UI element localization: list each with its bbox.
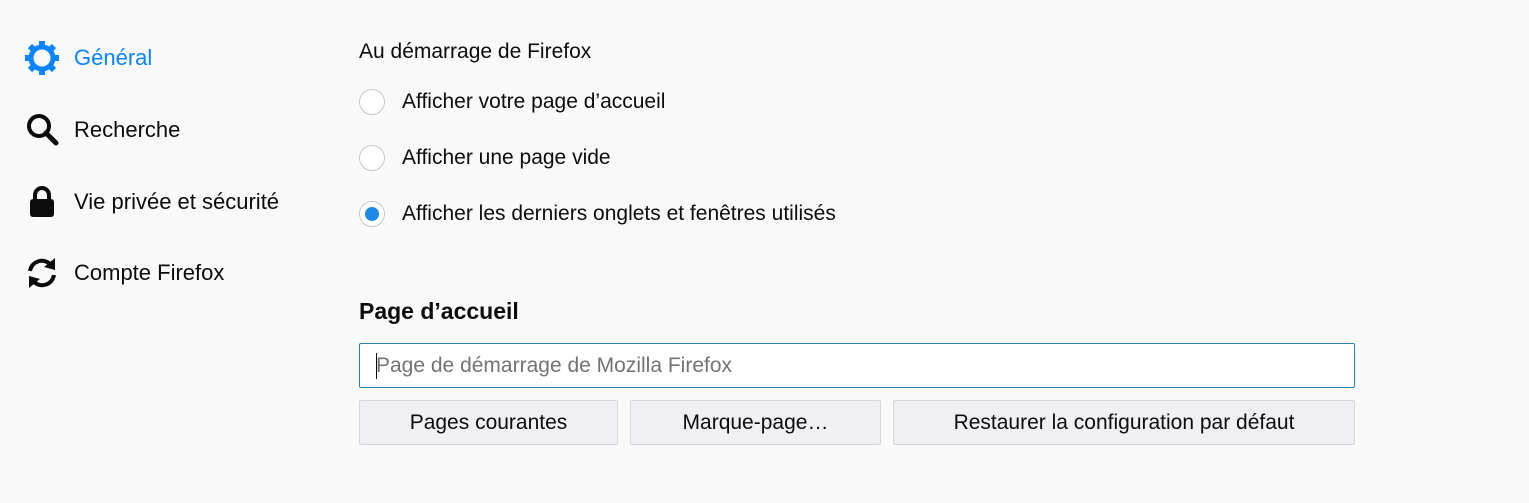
sidebar-item-general[interactable]: Général [24,36,152,80]
sidebar-item-label: Général [74,45,153,70]
sidebar-item-label: Recherche [74,117,181,142]
startup-label: Au démarrage de Firefox [359,40,592,63]
use-current-pages-button[interactable]: Pages courantes [359,400,618,445]
radio-restore-session[interactable]: Afficher les derniers onglets et fenêtre… [359,198,836,230]
use-bookmark-button[interactable]: Marque-page… [630,400,881,445]
homepage-input[interactable] [359,343,1355,388]
radio-show-blank[interactable]: Afficher une page vide [359,142,611,174]
radio-dot [365,207,379,221]
radio-label: Afficher une page vide [402,146,611,169]
restore-default-button[interactable]: Restaurer la configuration par défaut [893,400,1355,445]
sidebar-item-search[interactable]: Recherche [24,108,180,152]
radio-label: Afficher les derniers onglets et fenêtre… [402,202,836,225]
radio-show-homepage[interactable]: Afficher votre page d’accueil [359,86,665,118]
sidebar-item-label: Compte Firefox [74,260,225,285]
sidebar-item-sync[interactable]: Compte Firefox [24,251,224,295]
homepage-section-title: Page d’accueil [359,298,519,324]
search-icon [24,112,60,148]
radio-button[interactable] [359,89,385,115]
radio-button[interactable] [359,145,385,171]
gear-icon [24,40,60,76]
sidebar-item-label: Vie privée et sécurité [74,189,280,214]
sidebar: Général Recherche Vie privée et sécurité [0,0,330,503]
general-pane: Au démarrage de Firefox Afficher votre p… [359,0,1359,503]
radio-button-checked[interactable] [359,201,385,227]
lock-icon [24,184,60,220]
radio-label: Afficher votre page d’accueil [402,90,666,113]
sync-icon [24,255,60,291]
text-caret [376,353,377,379]
sidebar-item-privacy[interactable]: Vie privée et sécurité [24,180,279,224]
